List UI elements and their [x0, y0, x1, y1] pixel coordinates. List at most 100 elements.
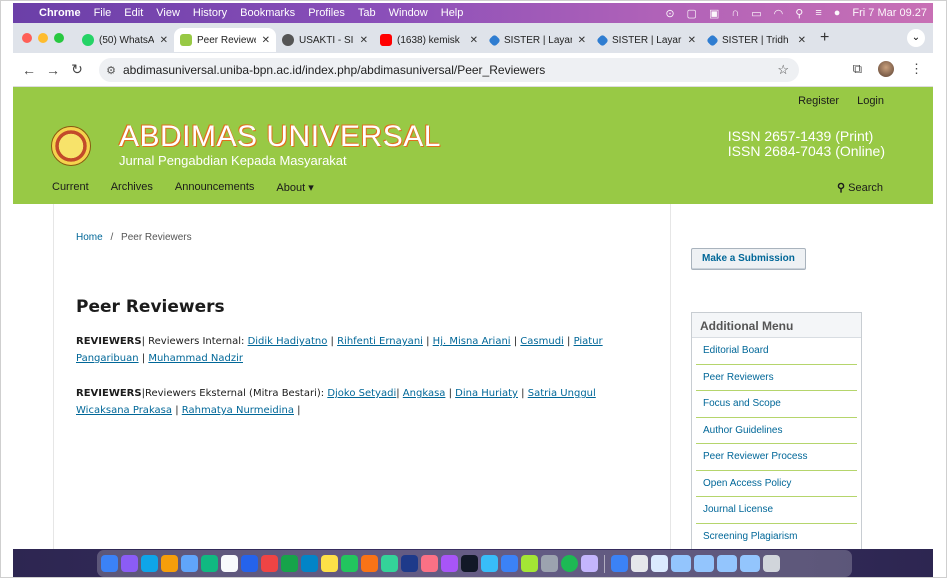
excel-icon[interactable] — [281, 555, 298, 572]
system-settings-icon[interactable] — [541, 555, 558, 572]
menu-tab[interactable]: Tab — [358, 7, 376, 19]
search-link[interactable]: ⚲ Search — [837, 181, 883, 194]
more-menu-icon[interactable]: ⋮ — [910, 61, 923, 77]
menu-help[interactable]: Help — [441, 7, 464, 19]
tab-sister-2[interactable]: SISTER | Layar ✕ — [592, 28, 702, 52]
tab-peer-reviewers[interactable]: Peer Reviewer ✕ — [174, 28, 276, 52]
tv-icon[interactable] — [461, 555, 478, 572]
reviewer-link[interactable]: Muhammad Nadzir — [148, 353, 243, 364]
headphones-icon[interactable]: ∩ — [731, 7, 739, 19]
tab-whatsapp[interactable]: (50) WhatsApp ✕ — [76, 28, 174, 52]
music-icon[interactable] — [421, 555, 438, 572]
podcasts-icon[interactable] — [441, 555, 458, 572]
spotify-icon[interactable] — [561, 555, 578, 572]
nav-announcements[interactable]: Announcements — [175, 181, 255, 194]
forward-icon[interactable]: → — [41, 62, 65, 78]
register-link[interactable]: Register — [798, 95, 839, 107]
tab-sister-1[interactable]: SISTER | Layar ✕ — [484, 28, 592, 52]
zoom-window-button[interactable] — [54, 33, 64, 43]
photos-icon[interactable] — [321, 555, 338, 572]
window-thumbnail-icon[interactable] — [694, 555, 714, 572]
numbers-icon[interactable] — [381, 555, 398, 572]
menu-window[interactable]: Window — [389, 7, 428, 19]
chat-icon[interactable]: ▢ — [687, 7, 697, 20]
university-seal-logo[interactable] — [51, 126, 91, 166]
window-thumbnail-icon[interactable] — [740, 555, 760, 572]
app-store-icon[interactable] — [481, 555, 498, 572]
preview-icon[interactable] — [521, 555, 538, 572]
menu-edit[interactable]: Edit — [124, 7, 143, 19]
menu-file[interactable]: File — [94, 7, 112, 19]
tab-sister-3[interactable]: SISTER | Tridh ✕ — [702, 28, 812, 52]
menu-link-journal-license[interactable]: Journal License — [696, 497, 857, 524]
address-bar[interactable]: ⚙ abdimasuniversal.uniba-bpn.ac.id/index… — [99, 58, 799, 82]
breadcrumb-home-link[interactable]: Home — [76, 232, 103, 243]
close-tab-icon[interactable]: ✕ — [578, 35, 586, 46]
menu-view[interactable]: View — [156, 7, 180, 19]
mail-icon[interactable] — [181, 555, 198, 572]
tab-usakti[interactable]: USAKTI - SIS ✕ — [276, 28, 374, 52]
back-icon[interactable]: ← — [17, 62, 41, 78]
reviewer-link[interactable]: Hj. Misna Ariani — [433, 336, 511, 347]
chrome-icon[interactable] — [161, 555, 178, 572]
powerpoint-icon[interactable] — [261, 555, 278, 572]
siri-icon[interactable]: ● — [834, 7, 841, 19]
menu-chrome[interactable]: Chrome — [39, 7, 81, 19]
window-icon[interactable]: ▣ — [709, 7, 719, 20]
make-submission-button[interactable]: Make a Submission — [691, 248, 806, 270]
extensions-icon[interactable]: ⧉ — [853, 61, 862, 77]
site-name[interactable]: ABDIMAS UNIVERSAL — [119, 120, 441, 154]
finder-icon[interactable] — [101, 555, 118, 572]
reviewer-link[interactable]: Casmudi — [520, 336, 564, 347]
control-center-icon[interactable]: ≡ — [815, 7, 821, 19]
close-window-button[interactable] — [22, 33, 32, 43]
close-tab-icon[interactable]: ✕ — [262, 35, 270, 46]
reviewer-link[interactable]: Rahmatya Nurmeidina — [182, 405, 294, 416]
login-link[interactable]: Login — [857, 95, 884, 107]
downloads-icon[interactable] — [611, 555, 628, 572]
close-tab-icon[interactable]: ✕ — [798, 35, 806, 46]
menu-link-open-access-policy[interactable]: Open Access Policy — [696, 471, 857, 497]
close-tab-icon[interactable]: ✕ — [360, 35, 368, 46]
reviewer-link[interactable]: Didik Hadiyatno — [248, 336, 328, 347]
menu-profiles[interactable]: Profiles — [308, 7, 345, 19]
folder-icon[interactable] — [631, 555, 648, 572]
tab-search-chevron-icon[interactable]: ⌄ — [907, 29, 925, 47]
site-settings-icon[interactable]: ⚙ — [99, 64, 123, 77]
calendar-icon[interactable] — [361, 555, 378, 572]
trash-icon[interactable] — [763, 555, 780, 572]
nav-archives[interactable]: Archives — [111, 181, 153, 194]
keynote-icon[interactable] — [501, 555, 518, 572]
menu-link-editorial-board[interactable]: Editorial Board — [696, 338, 857, 365]
close-tab-icon[interactable]: ✕ — [160, 35, 168, 46]
tab-youtube[interactable]: (1638) kemisk ✕ — [374, 28, 484, 52]
menu-bookmarks[interactable]: Bookmarks — [240, 7, 295, 19]
reviewer-link[interactable]: Angkasa — [403, 388, 446, 399]
close-tab-icon[interactable]: ✕ — [470, 35, 478, 46]
url-text[interactable]: abdimasuniversal.uniba-bpn.ac.id/index.p… — [123, 63, 545, 77]
battery-icon[interactable]: ▭ — [751, 7, 761, 20]
spotlight-icon[interactable]: ⚲ — [795, 7, 803, 20]
window-thumbnail-icon[interactable] — [671, 555, 691, 572]
bookmark-star-icon[interactable]: ☆ — [777, 62, 789, 78]
nav-current[interactable]: Current — [52, 181, 89, 194]
facetime-icon[interactable] — [341, 555, 358, 572]
window-thumbnail-icon[interactable] — [717, 555, 737, 572]
nav-about[interactable]: About ▾ — [276, 181, 313, 194]
play-icon[interactable]: ⊙ — [665, 7, 674, 20]
zoom-icon[interactable] — [401, 555, 418, 572]
menu-link-author-guidelines[interactable]: Author Guidelines — [696, 418, 857, 444]
maps-icon[interactable] — [201, 555, 218, 572]
menu-history[interactable]: History — [193, 7, 227, 19]
menu-link-peer-reviewer-process[interactable]: Peer Reviewer Process — [696, 444, 857, 471]
safari-icon[interactable] — [141, 555, 158, 572]
reviewer-link[interactable]: Djoko Setyadi — [327, 388, 396, 399]
menu-link-screening-plagiarism[interactable]: Screening Plagiarism — [696, 524, 857, 550]
clock[interactable]: Fri 7 Mar 09.27 — [852, 7, 927, 19]
new-tab-icon[interactable]: + — [820, 29, 829, 47]
menu-link-peer-reviewers[interactable]: Peer Reviewers — [696, 365, 857, 391]
teams-icon[interactable] — [301, 555, 318, 572]
launchpad-icon[interactable] — [121, 555, 138, 572]
reload-icon[interactable]: ↻ — [65, 61, 89, 78]
minimize-window-button[interactable] — [38, 33, 48, 43]
